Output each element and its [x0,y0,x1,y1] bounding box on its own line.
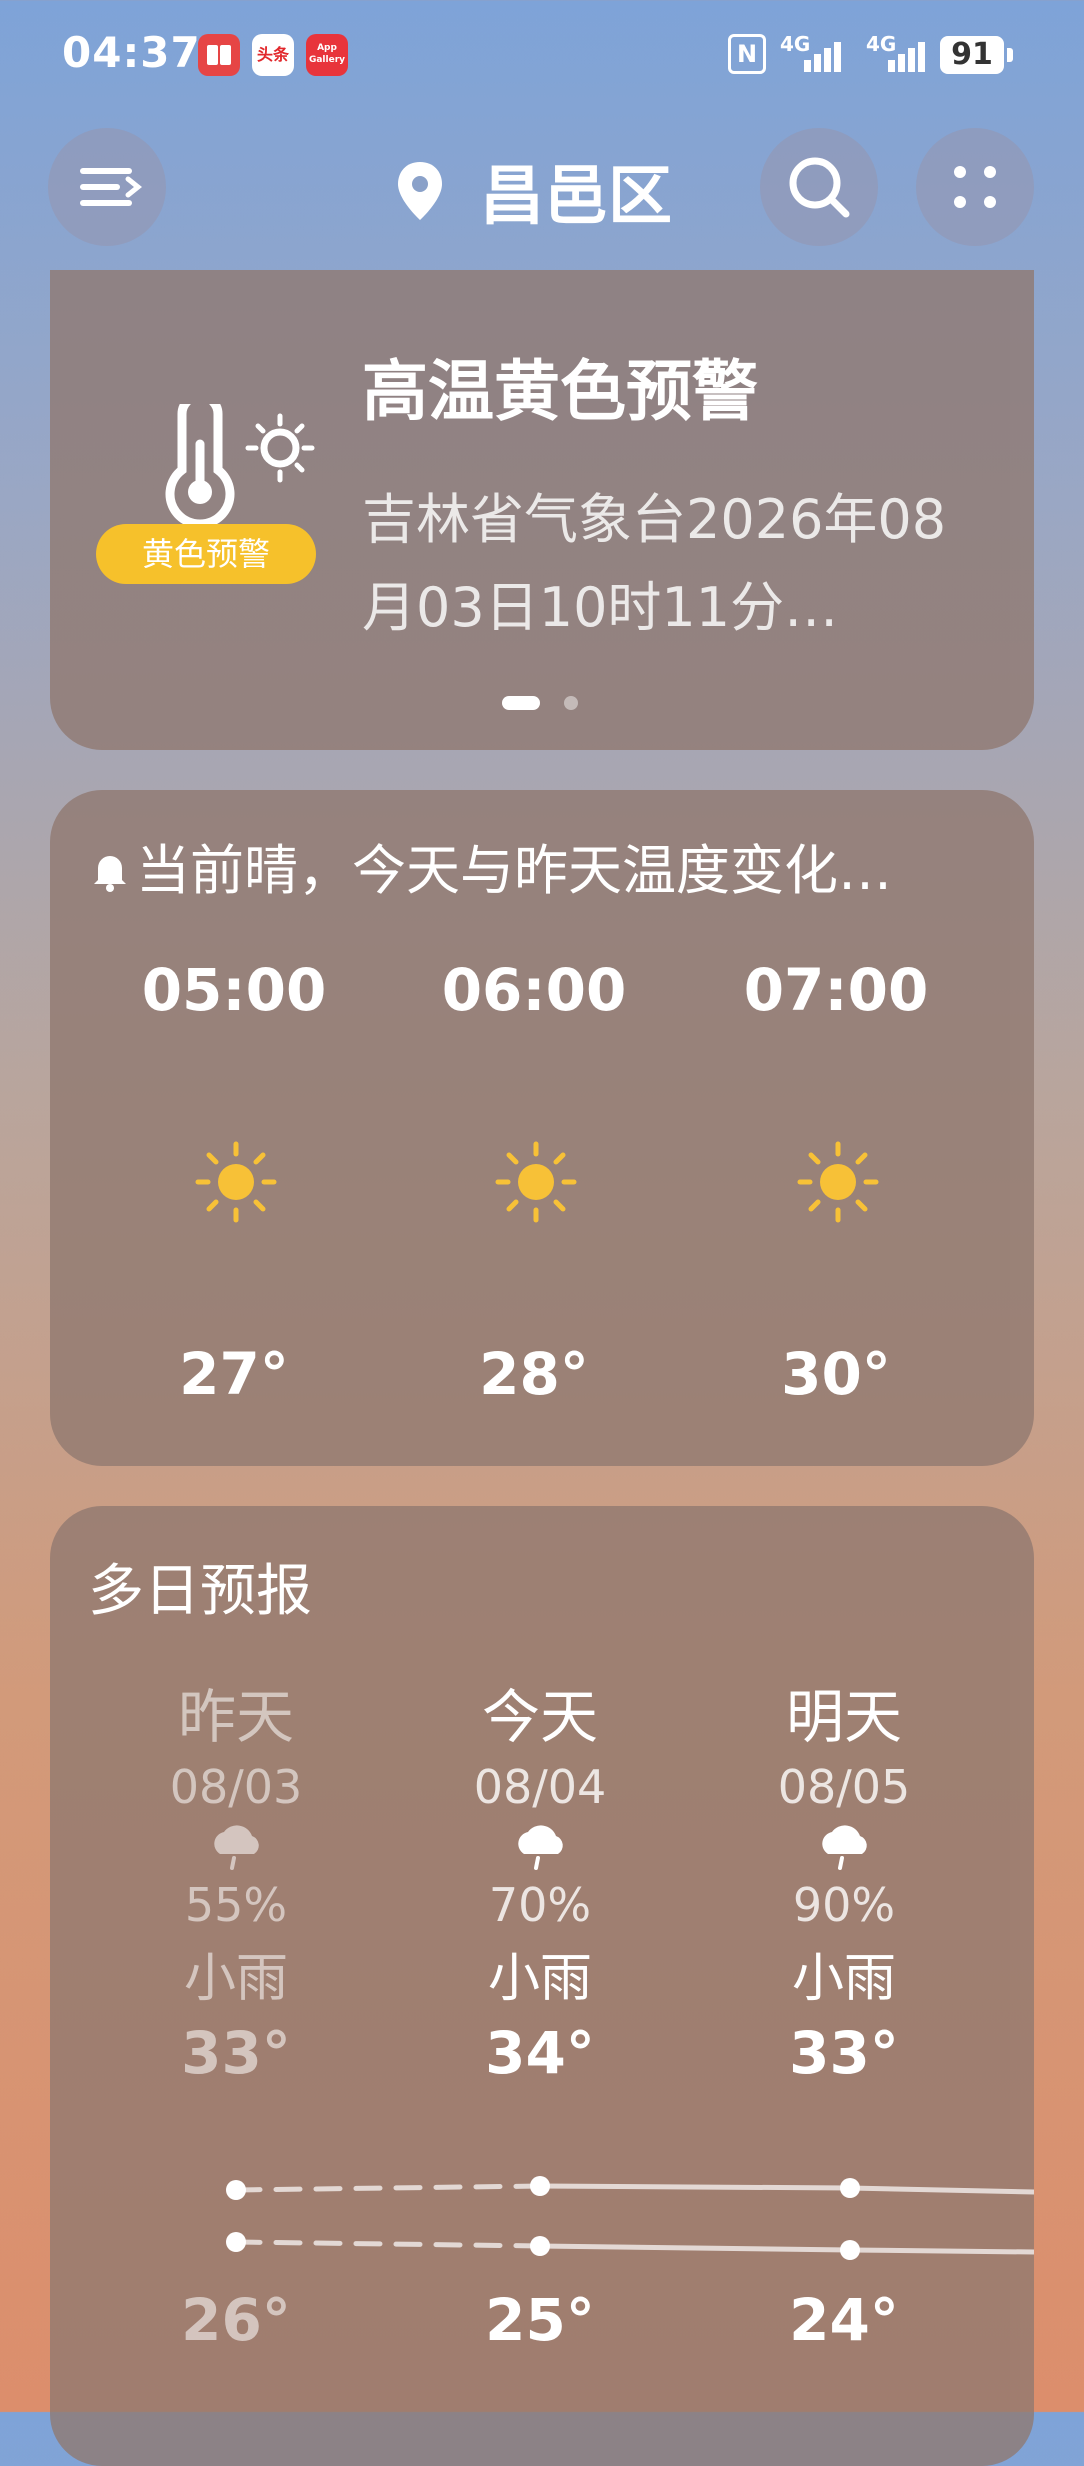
hourly-note: 当前晴，今天与昨天温度变化… [136,839,892,902]
thermometer-sun-icon [165,404,315,524]
hourly-temp-cell: 30° [686,1340,986,1408]
forecast-day-tomorrow[interactable]: 明天 08/05 90% 小雨 33° [694,1670,994,2087]
hourly-item: 07:00 [686,956,986,1024]
forecast-title: 多日预报 [88,1559,312,1624]
rain-probability: 55% [184,1878,288,1932]
forecast-date: 08/04 [473,1760,607,1814]
hourly-temp-cell: 27° [84,1340,384,1408]
reader-app-icon [198,34,240,76]
menu-icon [80,168,143,206]
forecast-low: 24° [789,2286,899,2354]
city-title[interactable]: 昌邑区 [480,145,672,237]
battery-indicator: 91 [940,36,1013,74]
toutiao-app-icon: 头条 [252,34,294,76]
forecast-date: 08/05 [777,1760,911,1814]
forecast-low-cell: 25° [390,2286,690,2354]
forecast-condition: 小雨 [791,1949,896,2009]
pager-dot [564,696,578,710]
sun-icon [797,1141,879,1223]
hourly-temp: 27° [179,1340,289,1408]
hourly-time: 06:00 [441,956,627,1024]
forecast-low: 25° [485,2286,595,2354]
rain-probability: 70% [488,1878,592,1932]
sun-icon [495,1141,577,1223]
forecast-day-label: 明天 [785,1683,902,1751]
bell-icon [94,856,126,892]
forecast-condition: 小雨 [487,1949,592,2009]
forecast-low: 26° [181,2286,291,2354]
more-dots-icon [954,166,996,208]
forecast-high: 34° [485,2019,595,2087]
location-pin-icon [398,162,442,220]
hourly-temp: 28° [479,1340,589,1408]
app-gallery-icon: App Gallery [306,34,348,76]
forecast-day-label: 今天 [481,1683,598,1751]
forecast-high: 33° [789,2019,899,2087]
cloud-rain-icon [822,1825,867,1870]
cloud-rain-icon [518,1825,563,1870]
signal-icon-2 [888,42,925,72]
forecast-day-today[interactable]: 今天 08/04 70% 小雨 34° [390,1670,690,2087]
forecast-low-cell: 26° [86,2286,386,2354]
nfc-icon: N [728,34,766,74]
hourly-item: 06:00 [384,956,684,1024]
status-time: 04:37 [62,28,201,77]
hourly-temp: 30° [781,1340,891,1408]
search-icon [789,157,850,218]
hourly-time: 05:00 [141,956,327,1024]
rain-probability: 90% [792,1878,896,1932]
forecast-date: 08/03 [169,1760,303,1814]
forecast-high: 33° [181,2019,291,2087]
signal-icon-1 [804,42,841,72]
forecast-condition: 小雨 [183,1949,288,2009]
warning-text: 吉林省气象台2026年08月03日10时11分… [362,488,947,639]
warning-title: 高温黄色预警 [362,353,758,430]
sun-icon [195,1141,277,1223]
hourly-temp-cell: 28° [384,1340,684,1408]
forecast-card[interactable]: 多日预报 昨天 08/03 55% 小雨 33° 今天 08/04 70% 小雨… [50,1506,1034,2466]
temperature-trend-lines [226,2176,1034,2260]
hourly-card[interactable]: 当前晴，今天与昨天温度变化… 05:00 06:00 07:00 27° 28°… [50,790,1034,1466]
warning-level-badge: 黄色预警 [96,524,316,584]
forecast-day-label: 昨天 [177,1683,294,1751]
hourly-item: 05:00 [84,956,384,1024]
search-button[interactable] [760,128,878,246]
status-bar: 04:37 头条 App Gallery N 4G 4G 91 [0,0,1084,110]
more-button[interactable] [916,128,1034,246]
warning-card[interactable]: 黄色预警 高温黄色预警 吉林省气象台2026年08月03日10时11分… [50,270,1034,750]
forecast-day-yesterday[interactable]: 昨天 08/03 55% 小雨 33° [86,1670,386,2087]
hourly-time: 07:00 [743,956,929,1024]
cloud-rain-icon [214,1825,259,1870]
pager-dot-active [502,696,540,710]
menu-button[interactable] [48,128,166,246]
forecast-low-cell: 24° [694,2286,994,2354]
